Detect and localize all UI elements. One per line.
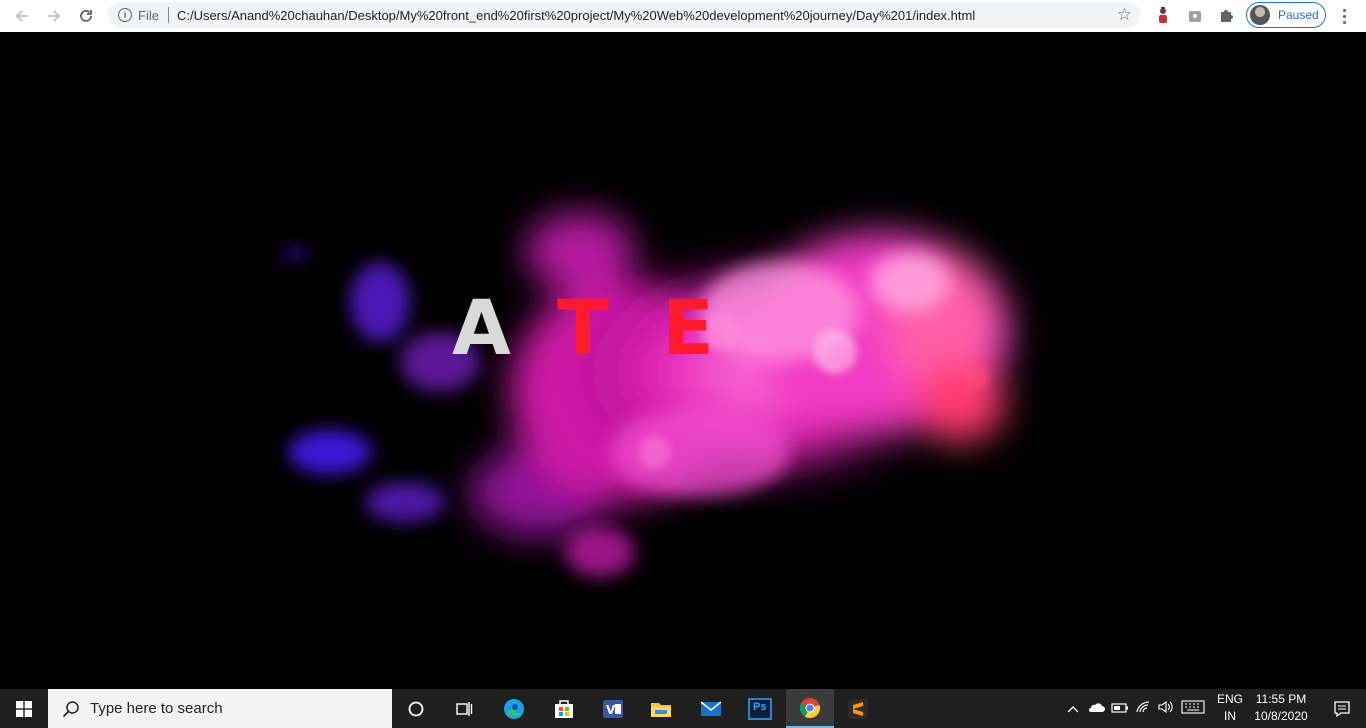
- divider: [167, 7, 169, 23]
- reload-button[interactable]: [70, 2, 102, 30]
- mail-button[interactable]: [687, 689, 735, 728]
- profile-button[interactable]: Paused: [1246, 2, 1326, 28]
- extensions-button[interactable]: [1215, 4, 1237, 26]
- forward-button[interactable]: [38, 2, 70, 30]
- region-code: IN: [1224, 709, 1236, 723]
- search-placeholder: Type here to search: [90, 700, 223, 717]
- task-view-icon: [456, 701, 473, 716]
- store-button[interactable]: [540, 689, 588, 728]
- language-code: ENG: [1216, 692, 1243, 706]
- back-button[interactable]: [6, 2, 38, 30]
- letter-t: T: [557, 283, 609, 372]
- arrow-left-icon: [15, 10, 28, 22]
- battery-icon[interactable]: [1108, 702, 1132, 716]
- volume-icon[interactable]: [1154, 700, 1178, 717]
- clock-time: 11:55 PM: [1255, 692, 1307, 706]
- sublime-text-icon: [848, 698, 868, 719]
- search-icon: [62, 700, 79, 717]
- extension-icon-1[interactable]: [1152, 4, 1174, 26]
- cortana-button[interactable]: [392, 689, 440, 728]
- store-icon: [555, 699, 573, 718]
- info-icon[interactable]: i: [118, 8, 132, 22]
- edge-icon: [504, 698, 524, 719]
- notification-icon: [1334, 700, 1350, 717]
- letter-a: A: [452, 283, 511, 372]
- visio-icon: V: [603, 699, 623, 718]
- extension-bag-icon: [1189, 11, 1201, 22]
- url-text[interactable]: C:/Users/Anand%20chauhan/Desktop/My%20fr…: [177, 8, 975, 23]
- system-tray: [1062, 689, 1208, 728]
- onedrive-icon[interactable]: [1084, 702, 1108, 716]
- chevron-up-icon[interactable]: [1062, 702, 1084, 716]
- clock[interactable]: 11:55 PM 10/8/2020: [1248, 691, 1314, 726]
- browser-toolbar: i File C:/Users/Anand%20chauhan/Desktop/…: [0, 0, 1366, 32]
- bookmark-star-icon[interactable]: ☆: [1117, 5, 1132, 25]
- chrome-icon: [799, 697, 820, 718]
- svg-text:V: V: [606, 703, 616, 717]
- mail-icon: [700, 700, 722, 716]
- avatar: [1250, 5, 1270, 25]
- profile-status: Paused: [1278, 8, 1319, 22]
- cortana-icon: [408, 701, 424, 716]
- chrome-button[interactable]: [786, 689, 834, 728]
- visio-button[interactable]: V: [589, 689, 637, 728]
- sublime-text-button[interactable]: [834, 689, 882, 728]
- browser-menu-icon[interactable]: [1336, 5, 1352, 27]
- animated-letters: A T E: [0, 32, 1366, 689]
- puzzle-icon: [1221, 10, 1233, 22]
- photoshop-label: Ps: [753, 701, 767, 713]
- start-button[interactable]: [0, 689, 48, 728]
- file-explorer-button[interactable]: [637, 689, 685, 728]
- letter-e: E: [662, 283, 714, 372]
- page-content: A T E: [0, 32, 1366, 689]
- action-center-button[interactable]: [1318, 689, 1366, 728]
- file-explorer-icon: [651, 702, 671, 717]
- language-indicator[interactable]: ENG IN: [1212, 691, 1248, 726]
- address-bar[interactable]: i File C:/Users/Anand%20chauhan/Desktop/…: [108, 2, 1140, 28]
- photoshop-button[interactable]: Ps: [736, 689, 784, 728]
- reload-icon: [80, 10, 92, 22]
- clock-date: 10/8/2020: [1254, 709, 1308, 723]
- wifi-icon[interactable]: [1132, 700, 1154, 717]
- task-view-button[interactable]: [440, 689, 488, 728]
- security-label: File: [138, 7, 159, 23]
- arrow-right-icon: [48, 10, 61, 22]
- extension-icon-2[interactable]: [1184, 4, 1206, 26]
- taskbar-search[interactable]: Type here to search: [48, 689, 392, 728]
- edge-button[interactable]: [490, 689, 538, 728]
- keyboard-icon[interactable]: [1178, 700, 1208, 717]
- extension-person-icon: [1159, 7, 1167, 23]
- windows-logo-icon: [16, 700, 32, 717]
- windows-taskbar: Type here to search V Ps ENG IN 11:55 PM…: [0, 689, 1366, 728]
